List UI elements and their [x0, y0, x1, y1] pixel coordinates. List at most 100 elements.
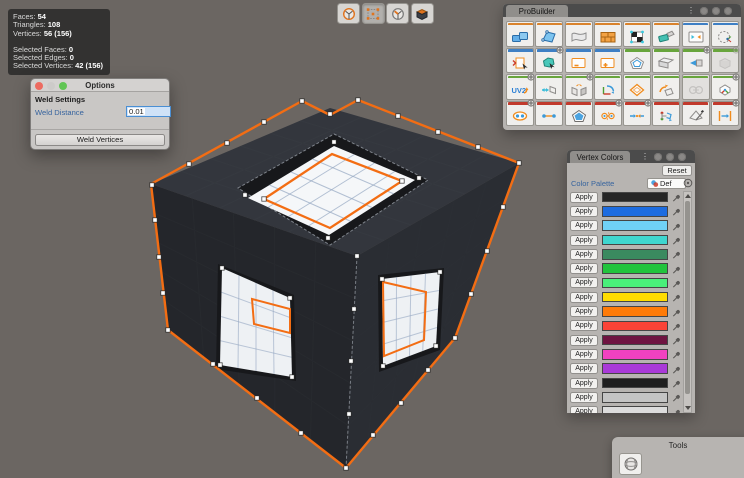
color-swatch[interactable]: [602, 349, 668, 360]
weld-distance-input[interactable]: 0.01: [126, 106, 171, 117]
tools-panel[interactable]: Tools: [612, 437, 744, 478]
pb-button-material-editor[interactable]: [565, 21, 593, 47]
apply-button[interactable]: Apply: [570, 378, 598, 389]
panel-menu-icon[interactable]: ⋮: [687, 6, 695, 15]
color-swatch[interactable]: [602, 335, 668, 346]
pb-button-fill-hole[interactable]: [565, 101, 593, 127]
pb-button-subdivide-object[interactable]: [623, 74, 651, 100]
color-swatch[interactable]: [602, 321, 668, 332]
pb-button-merge-objects[interactable]: [682, 74, 710, 100]
apply-button[interactable]: Apply: [570, 192, 598, 203]
pb-button-connect-vertices[interactable]: [535, 101, 563, 127]
eyedropper-icon[interactable]: [671, 377, 682, 389]
scroll-down-icon[interactable]: [684, 404, 691, 412]
pb-button-probuilderize[interactable]: [682, 48, 710, 74]
apply-button[interactable]: Apply: [570, 249, 598, 260]
apply-button[interactable]: Apply: [570, 206, 598, 217]
pb-button-selection-rect[interactable]: [682, 21, 710, 47]
apply-button[interactable]: Apply: [570, 235, 598, 246]
color-swatch[interactable]: [602, 220, 668, 231]
eyedropper-icon[interactable]: [671, 291, 682, 303]
apply-button[interactable]: Apply: [570, 349, 598, 360]
object-mode-button[interactable]: [337, 3, 360, 24]
panel-menu-icon[interactable]: ⋮: [641, 152, 649, 161]
eyedropper-icon[interactable]: [671, 277, 682, 289]
scroll-up-icon[interactable]: [684, 192, 691, 200]
eyedropper-icon[interactable]: [671, 205, 682, 217]
pb-button-grow-selection[interactable]: [594, 48, 622, 74]
apply-button[interactable]: Apply: [570, 363, 598, 374]
pb-button-bevel-edges[interactable]: [682, 101, 710, 127]
scrollbar-thumb[interactable]: [685, 201, 690, 394]
eyedropper-icon[interactable]: [671, 234, 682, 246]
probuilder-panel[interactable]: ProBuilder ⋮ UV2: [503, 4, 741, 130]
eyedropper-icon[interactable]: [671, 320, 682, 332]
pb-button-shrink-selection[interactable]: [565, 48, 593, 74]
color-swatch[interactable]: [602, 206, 668, 217]
apply-button[interactable]: Apply: [570, 292, 598, 303]
pb-button-collapse-vertices[interactable]: [506, 101, 534, 127]
pb-button-generate-uv2[interactable]: UV2: [506, 74, 534, 100]
eyedropper-icon[interactable]: [671, 248, 682, 260]
color-swatch[interactable]: [602, 392, 668, 403]
eyedropper-icon[interactable]: [671, 263, 682, 275]
probuilder-tab[interactable]: ProBuilder: [506, 5, 568, 17]
palette-asset-field[interactable]: Def: [647, 178, 686, 189]
scene-viewport[interactable]: Faces: 54Triangles: 108Vertices: 56 (156…: [0, 0, 744, 478]
color-swatch[interactable]: [602, 378, 668, 389]
pb-button-weld-vertices[interactable]: [623, 101, 651, 127]
color-swatch[interactable]: [602, 292, 668, 303]
pb-button-select-by-material[interactable]: [535, 48, 563, 74]
pb-button-offset-elements[interactable]: [711, 101, 739, 127]
pb-button-double-sided[interactable]: [535, 74, 563, 100]
color-swatch[interactable]: [602, 235, 668, 246]
options-window[interactable]: Options Weld Settings Weld Distance 0.01…: [30, 78, 170, 150]
options-titlebar[interactable]: Options: [31, 79, 169, 92]
window-circle-icon[interactable]: [666, 153, 674, 161]
pb-button-triangulate-object[interactable]: [652, 48, 680, 74]
apply-button[interactable]: Apply: [570, 263, 598, 274]
color-swatch[interactable]: [602, 363, 668, 374]
pb-button-freeze-transform[interactable]: [594, 74, 622, 100]
window-circle-icon[interactable]: [724, 7, 732, 15]
apply-button[interactable]: Apply: [570, 392, 598, 403]
pb-button-uv-editor[interactable]: [594, 21, 622, 47]
eyedropper-icon[interactable]: [671, 348, 682, 360]
reset-button[interactable]: Reset: [662, 165, 692, 176]
window-circle-icon[interactable]: [712, 7, 720, 15]
pb-button-select-hole[interactable]: [506, 48, 534, 74]
color-swatch[interactable]: [602, 278, 668, 289]
weld-vertices-button[interactable]: Weld Vertices: [35, 134, 165, 147]
color-swatch[interactable]: [602, 306, 668, 317]
object-picker-icon[interactable]: [683, 178, 693, 188]
eyedropper-icon[interactable]: [671, 191, 682, 203]
pb-button-mirror-objects[interactable]: [565, 74, 593, 100]
probuilder-tool-button[interactable]: [619, 453, 642, 475]
apply-button[interactable]: Apply: [570, 277, 598, 288]
window-circle-icon[interactable]: [678, 153, 686, 161]
pb-button-conform-normals[interactable]: [652, 74, 680, 100]
window-circle-icon[interactable]: [654, 153, 662, 161]
color-swatch[interactable]: [602, 249, 668, 260]
eyedropper-icon[interactable]: [671, 363, 682, 375]
eyedropper-icon[interactable]: [671, 334, 682, 346]
eyedropper-icon[interactable]: [671, 406, 682, 413]
color-swatch[interactable]: [602, 406, 668, 413]
pb-button-export[interactable]: [711, 48, 739, 74]
apply-button[interactable]: Apply: [570, 220, 598, 231]
pb-button-smoothing-editor[interactable]: [652, 21, 680, 47]
palette-scrollbar[interactable]: [683, 191, 692, 413]
pb-button-flip-normals[interactable]: [623, 48, 651, 74]
vertex-colors-tab[interactable]: Vertex Colors: [570, 151, 630, 163]
vertex-colors-panel[interactable]: Vertex Colors ⋮ Reset Color Palette Def …: [567, 150, 695, 413]
pb-button-new-poly-shape[interactable]: [535, 21, 563, 47]
eyedropper-icon[interactable]: [671, 391, 682, 403]
pb-button-select-hidden[interactable]: [711, 21, 739, 47]
face-mode-button[interactable]: [411, 3, 434, 24]
color-swatch[interactable]: [602, 263, 668, 274]
vertex-mode-button[interactable]: [362, 3, 385, 24]
apply-button[interactable]: Apply: [570, 320, 598, 331]
eyedropper-icon[interactable]: [671, 306, 682, 318]
pb-button-set-pivot[interactable]: [652, 101, 680, 127]
window-circle-icon[interactable]: [700, 7, 708, 15]
